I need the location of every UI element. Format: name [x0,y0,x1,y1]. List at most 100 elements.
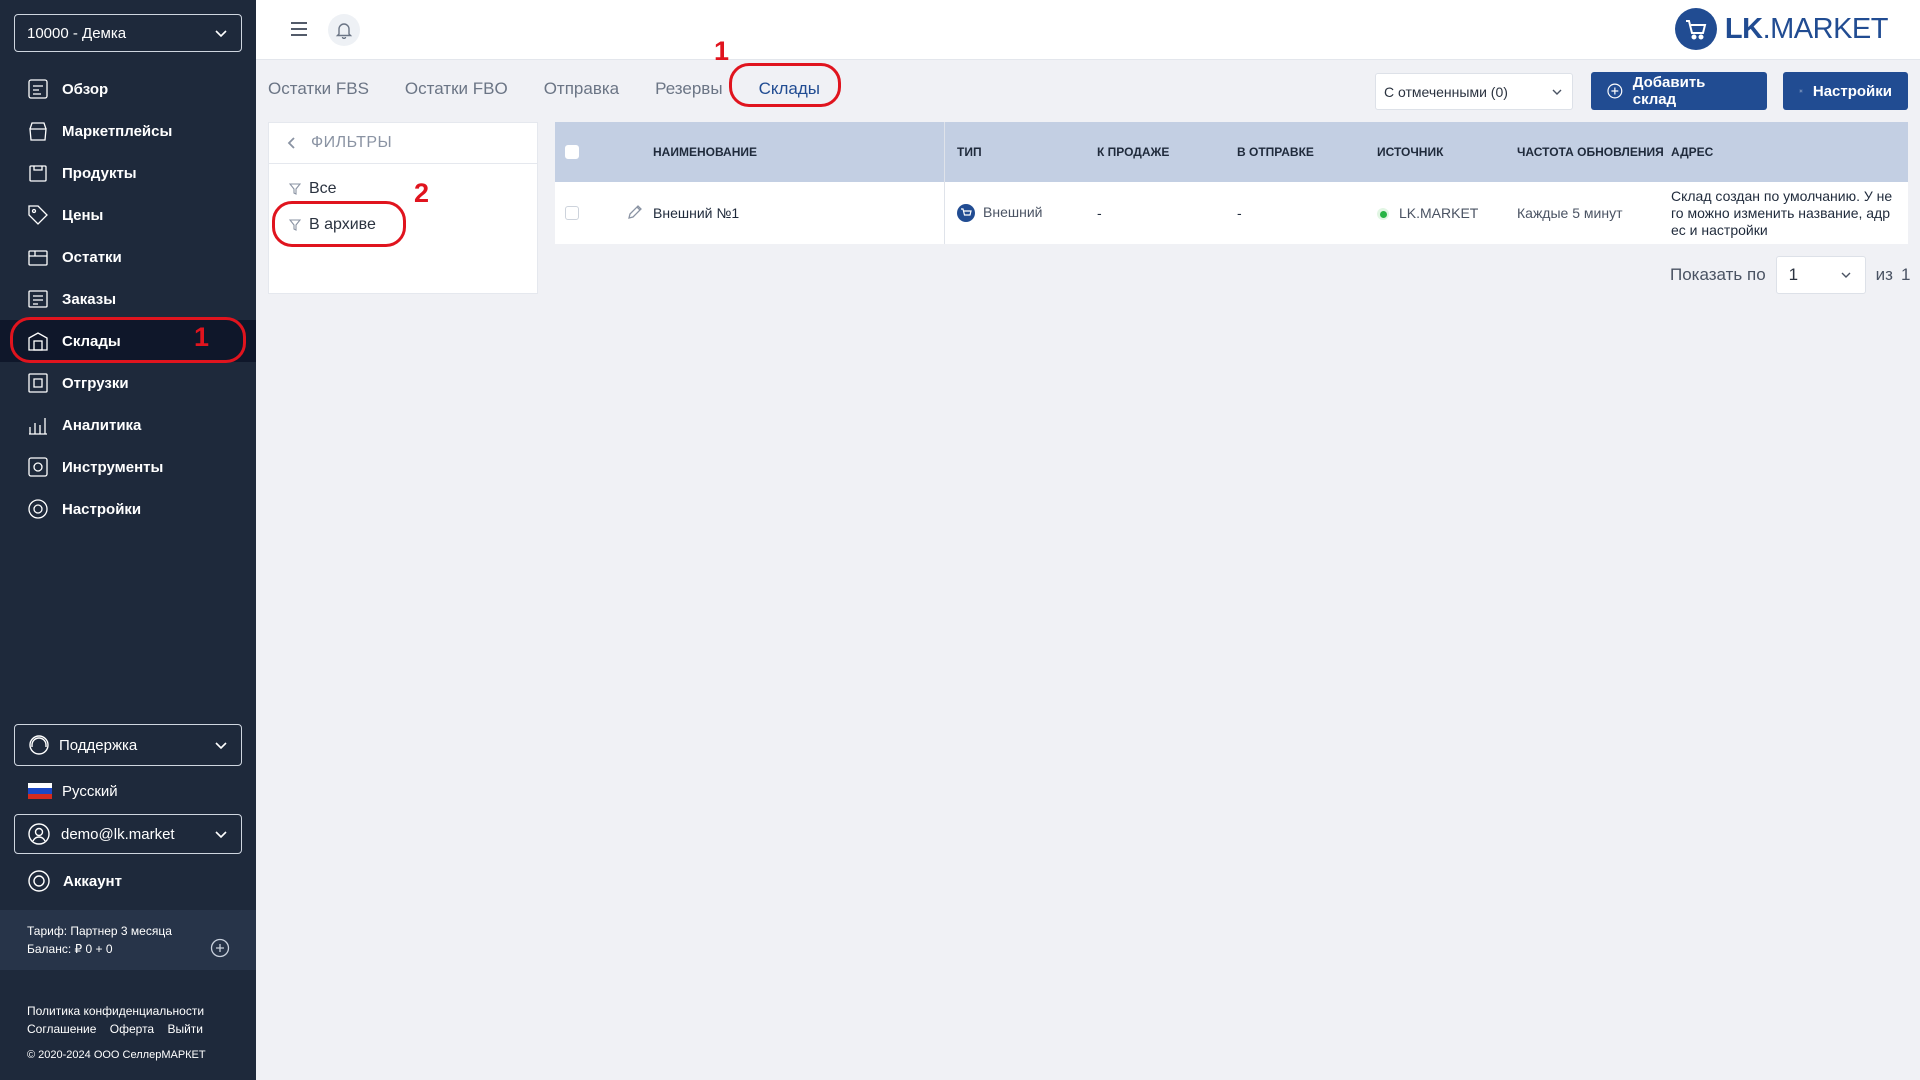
support-label: Поддержка [59,736,138,754]
gear-icon [1799,89,1803,93]
logout-link[interactable]: Выйти [167,1022,203,1036]
select-all-checkbox[interactable] [565,145,579,159]
tariff-text: Тариф: Партнер 3 месяца [27,924,172,938]
tab-fbo-stock[interactable]: Остатки FBO [405,76,508,102]
bulk-action-select[interactable]: С отмеченными (0) [1375,73,1573,110]
user-icon [28,823,50,845]
menu-icon[interactable] [290,20,308,38]
column-header[interactable]: ТИП [953,145,1093,159]
logo-text-rest: .MARKET [1762,12,1889,45]
sidebar-item-orders[interactable]: Заказы [0,278,256,320]
account-icon [28,870,50,892]
russia-flag-icon [28,783,52,799]
column-header[interactable]: АДРЕС [1667,145,1907,159]
lk-market-logo[interactable]: LK.MARKET [1674,8,1889,50]
agreement-link[interactable]: Соглашение [27,1022,96,1036]
add-balance-icon[interactable] [210,938,230,958]
sidebar-item-products[interactable]: Продукты [0,152,256,194]
sidebar-item-label: Инструменты [62,458,164,476]
chevron-left-icon[interactable] [285,136,299,150]
sidebar-item-tools[interactable]: Инструменты [0,446,256,488]
offer-link[interactable]: Оферта [110,1022,154,1036]
language-selector[interactable]: Русский [28,780,118,802]
sidebar-footer: Политика конфиденциальности Соглашение О… [27,1002,213,1064]
annotation-filter-marker: 2 [414,178,430,208]
user-select[interactable]: demo@lk.market [14,814,242,854]
tab-fbs-stock[interactable]: Остатки FBS [268,76,369,102]
column-header[interactable]: К ПРОДАЖЕ [1093,145,1233,159]
cart-icon [957,204,975,223]
page-size-select[interactable]: 1 [1775,256,1866,294]
notifications-button[interactable] [328,14,360,46]
tab-reserves[interactable]: Резервы [655,76,722,102]
sidebar-item-label: Аналитика [62,416,142,434]
balance-text: Баланс: ₽ 0 + 0 [27,942,113,956]
language-label: Русский [62,782,118,800]
chevron-down-icon [215,831,227,839]
cell-type-text: Внешний [983,203,1043,220]
cell-name: Внешний №1 [653,205,740,221]
analytics-icon [27,414,49,436]
cart-logo-icon [1674,8,1717,50]
annotation-ring-filter [272,201,406,247]
sidebar-item-shipments[interactable]: Отгрузки [0,362,256,404]
sidebar-item-label: Цены [62,206,104,224]
sidebar-item-prices[interactable]: Цены [0,194,256,236]
annotation-ring-nav [10,317,246,363]
sidebar-item-overview[interactable]: Обзор [0,68,256,110]
sidebar-item-stock[interactable]: Остатки [0,236,256,278]
row-checkbox[interactable] [565,206,579,220]
plus-circle-icon [1607,83,1623,99]
pencil-icon[interactable] [627,204,643,220]
org-select[interactable]: 10000 - Демка [14,14,242,52]
add-warehouse-button[interactable]: Добавить склад [1591,72,1767,110]
status-dot-icon [1377,208,1389,221]
page-of-label: из [1875,265,1893,284]
sidebar-item-label: Заказы [62,290,117,308]
cell-frequency: Каждые 5 минут [1517,205,1623,221]
table-row[interactable]: Внешний №1 Внешний - - LK.MARKET Каждые … [555,182,1908,244]
chevron-down-icon [1841,272,1851,278]
table-header: НАИМЕНОВАНИЕ ТИП К ПРОДАЖЕ В ОТПРАВКЕ ИС… [555,122,1908,182]
sidebar-item-analytics[interactable]: Аналитика [0,404,256,446]
column-header[interactable]: ЧАСТОТА ОБНОВЛЕНИЯ [1513,145,1667,159]
sidebar-item-marketplaces[interactable]: Маркетплейсы [0,110,256,152]
column-header[interactable]: В ОТПРАВКЕ [1233,145,1373,159]
settings-button[interactable]: Настройки [1783,72,1908,110]
sidebar-item-label: Продукты [62,164,137,182]
sidebar-item-label: Остатки [62,248,122,266]
cell-for-sale: - [1097,205,1102,221]
sidebar-item-label: Обзор [62,80,109,98]
page-size-label: Показать по [1670,265,1766,284]
sidebar-item-settings[interactable]: Настройки [0,488,256,530]
chevron-down-icon [215,30,227,38]
sidebar-item-label: Маркетплейсы [62,122,173,140]
filters-title: ФИЛЬТРЫ [311,134,393,151]
user-email: demo@lk.market [61,825,175,843]
privacy-link[interactable]: Политика конфиденциальности [27,1002,213,1020]
account-label: Аккаунт [63,872,122,890]
annotation-nav-marker: 1 [194,322,210,352]
account-link[interactable]: Аккаунт [27,868,122,894]
shipments-icon [27,372,49,394]
org-select-value: 10000 - Демка [27,24,127,42]
cell-source: LK.MARKET [1373,205,1513,221]
settings-icon [27,498,49,520]
filters-header: ФИЛЬТРЫ [269,123,537,164]
products-icon [27,162,49,184]
sidebar-item-label: Настройки [62,500,142,518]
annotation-ring-tab [729,63,841,107]
column-header[interactable]: ИСТОЧНИК [1373,145,1513,159]
cell-type: Внешний [953,203,1093,223]
cell-in-shipping: - [1237,205,1242,221]
annotation-tab-marker: 1 [714,36,730,66]
filter-all[interactable]: Все [269,176,537,202]
tab-shipping[interactable]: Отправка [544,76,619,102]
logo-text-bold: LK [1724,12,1763,45]
bulk-action-value: С отмеченными (0) [1384,83,1508,100]
bell-icon [335,23,353,39]
topbar: LK.MARKET [256,0,1920,60]
support-select[interactable]: Поддержка [14,724,242,766]
cell-source-text: LK.MARKET [1399,205,1479,221]
column-header[interactable]: НАИМЕНОВАНИЕ [653,145,953,159]
